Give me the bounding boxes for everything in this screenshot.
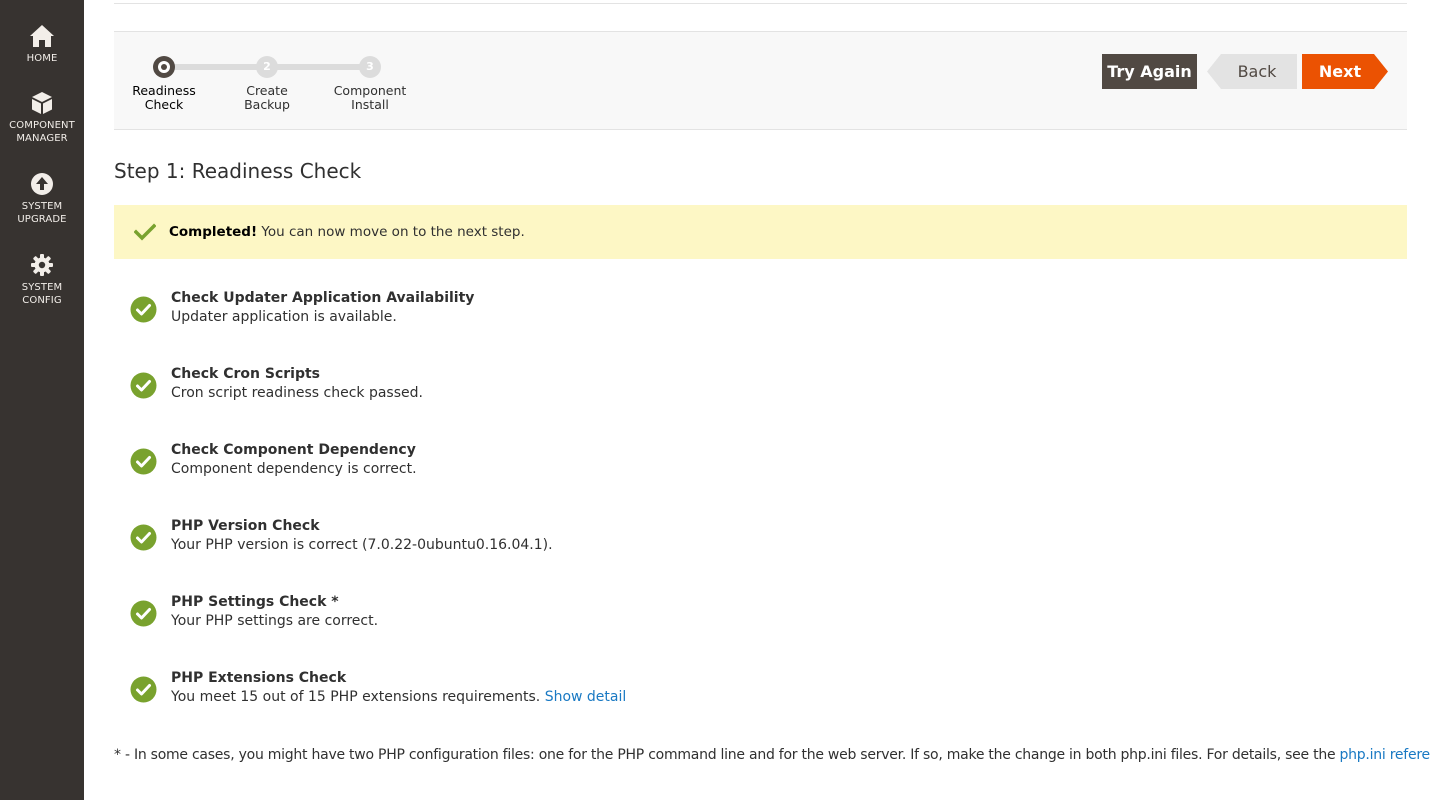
footnote: * - In some cases, you might have two PH…	[114, 747, 1431, 763]
check-title: Check Updater Application Availability	[171, 290, 475, 306]
step-1-label-line1: Readiness	[132, 83, 196, 98]
next-button[interactable]: Next	[1302, 54, 1388, 89]
nav-upgrade-label-2: UPGRADE	[17, 214, 67, 225]
progress-line-2	[267, 64, 370, 70]
show-detail-link[interactable]: Show detail	[545, 689, 627, 705]
step-3-label: Component Install	[315, 84, 425, 112]
step-active-dot	[158, 61, 170, 73]
footnote-text: * - In some cases, you might have two PH…	[114, 747, 1340, 763]
step-2-label-line1: Create	[246, 83, 288, 98]
nav-component-manager[interactable]: COMPONENT MANAGER	[0, 91, 84, 145]
nav-component-label-2: MANAGER	[16, 133, 68, 144]
check-description: You meet 15 out of 15 PHP extensions req…	[171, 689, 626, 705]
page-title: Step 1: Readiness Check	[114, 159, 362, 183]
check-description: Your PHP settings are correct.	[171, 613, 379, 629]
step-3-label-line1: Component	[333, 83, 407, 98]
check-title: Check Cron Scripts	[171, 366, 320, 382]
nav-system-config[interactable]: SYSTEM CONFIG	[0, 253, 84, 307]
step-2-label: Create Backup	[212, 84, 322, 112]
upgrade-arrow-icon	[31, 173, 53, 195]
try-again-button[interactable]: Try Again	[1102, 54, 1197, 89]
step-1-indicator	[153, 56, 175, 78]
check-item: Check Cron Scripts Cron script readiness…	[130, 366, 1330, 406]
check-item: PHP Settings Check * Your PHP settings a…	[130, 594, 1330, 634]
success-circle-icon	[130, 448, 157, 475]
check-item: PHP Extensions Check You meet 15 out of …	[130, 670, 1330, 710]
check-title: PHP Settings Check *	[171, 594, 339, 610]
success-circle-icon	[130, 600, 157, 627]
cube-icon	[32, 92, 52, 114]
check-description: Component dependency is correct.	[171, 461, 417, 477]
message-strong: Completed!	[169, 224, 258, 240]
step-3-label-line2: Install	[351, 97, 389, 112]
message-body: You can now move on to the next step.	[257, 224, 525, 240]
check-description: Updater application is available.	[171, 309, 397, 325]
message-text: Completed! You can now move on to the ne…	[169, 224, 525, 240]
php-ini-reference-link[interactable]: php.ini reference	[1340, 747, 1431, 763]
nav-home[interactable]: HOME	[0, 24, 84, 65]
nav-upgrade-label-1: SYSTEM	[21, 201, 63, 212]
progress-header: 2 3 Readiness Check Create Backup Compon…	[114, 31, 1407, 130]
success-circle-icon	[130, 372, 157, 399]
check-description: Your PHP version is correct (7.0.22-0ubu…	[171, 537, 553, 553]
progress-line-1	[164, 64, 267, 70]
top-divider	[114, 3, 1407, 4]
check-title: PHP Version Check	[171, 518, 320, 534]
step-1-label-line2: Check	[144, 97, 184, 112]
checkmark-icon	[134, 223, 156, 241]
nav-home-label: HOME	[26, 53, 58, 64]
nav-component-label-1: COMPONENT	[9, 120, 75, 131]
step-2-indicator: 2	[256, 56, 278, 78]
back-button[interactable]: Back	[1207, 54, 1297, 89]
check-description-text: You meet 15 out of 15 PHP extensions req…	[171, 689, 545, 705]
step-2-label-line2: Backup	[244, 97, 290, 112]
check-item: Check Component Dependency Component dep…	[130, 442, 1330, 482]
step-1-label: Readiness Check	[109, 84, 219, 112]
success-circle-icon	[130, 524, 157, 551]
check-title: PHP Extensions Check	[171, 670, 347, 686]
nav-config-label-1: SYSTEM	[21, 282, 63, 293]
nav-config-label-2: CONFIG	[22, 295, 62, 306]
sidebar: HOME COMPONENT MANAGER SYSTEM UPGRADE SY…	[0, 0, 84, 800]
gear-icon	[31, 254, 53, 276]
check-item: Check Updater Application Availability U…	[130, 290, 1330, 330]
success-circle-icon	[130, 676, 157, 703]
success-message: Completed! You can now move on to the ne…	[114, 205, 1407, 259]
nav-system-upgrade[interactable]: SYSTEM UPGRADE	[0, 172, 84, 226]
check-item: PHP Version Check Your PHP version is co…	[130, 518, 1330, 558]
home-icon	[30, 25, 54, 47]
check-description: Cron script readiness check passed.	[171, 385, 423, 401]
success-circle-icon	[130, 296, 157, 323]
check-title: Check Component Dependency	[171, 442, 416, 458]
step-3-indicator: 3	[359, 56, 381, 78]
